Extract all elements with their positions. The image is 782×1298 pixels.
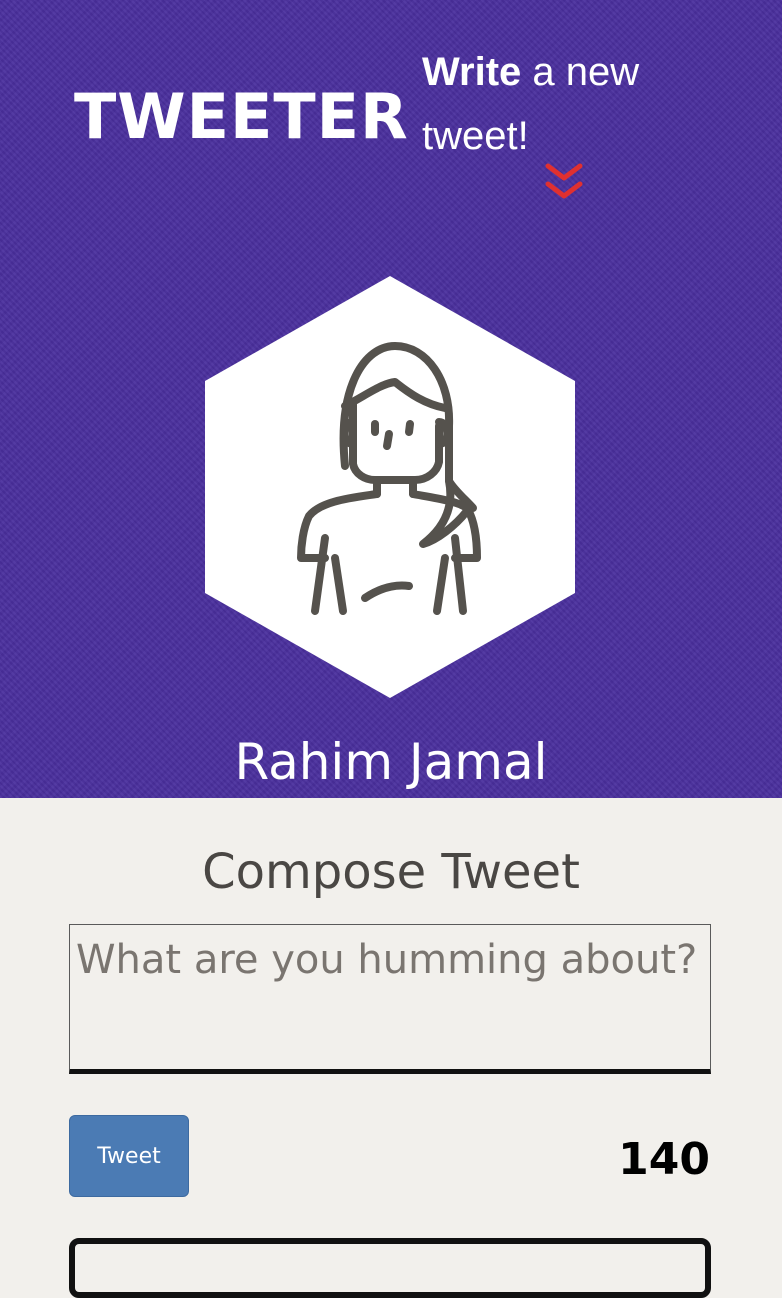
- double-chevron-down-icon[interactable]: [544, 162, 584, 206]
- write-new-tweet-link[interactable]: Write a new tweet!: [422, 40, 722, 168]
- write-word: Write: [422, 50, 522, 94]
- compose-title: Compose Tweet: [202, 844, 580, 900]
- write-rest-1: a new: [521, 50, 640, 94]
- profile-name: Rahim Jamal: [234, 733, 548, 791]
- tweet-submit-button[interactable]: Tweet: [69, 1115, 189, 1197]
- avatar: [205, 276, 575, 698]
- app-logo[interactable]: TWEETER: [74, 84, 409, 150]
- profile-header: TWEETER Write a new tweet! Rahim Jamal: [0, 0, 782, 798]
- write-rest-2: tweet!: [422, 114, 529, 158]
- char-counter: 140: [618, 1134, 710, 1185]
- tweet-card: [69, 1238, 711, 1298]
- tweet-text-input[interactable]: [69, 924, 711, 1074]
